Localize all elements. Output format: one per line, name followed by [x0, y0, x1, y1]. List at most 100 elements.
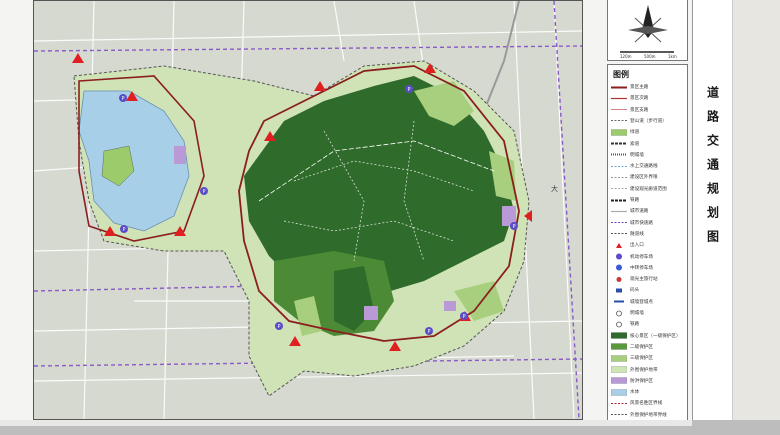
legend-item: 景区支路 [611, 106, 686, 114]
legend-symbol [611, 264, 627, 271]
compass-box: 120m 500m 1km [607, 0, 688, 61]
legend-symbol [611, 230, 627, 237]
legend-item: 景区次路 [611, 94, 686, 102]
legend-label: 防洪保护区 [630, 378, 653, 384]
legend-symbol [611, 276, 627, 283]
legend-item: 中转停车场 [611, 264, 686, 272]
svg-text:P: P [407, 87, 410, 93]
legend-item: 景区主路 [611, 83, 686, 91]
legend-label: 观光主旅行站 [630, 277, 658, 283]
legend-item: 二级保护区 [611, 343, 686, 351]
legend-item: 出入口 [611, 241, 686, 249]
legend-label: 城市快速路 [630, 220, 653, 226]
scale-label-0: 120m [620, 54, 632, 59]
legend-item: 城市道路 [611, 207, 686, 215]
svg-text:P: P [202, 189, 205, 195]
map-svg[interactable]: P P P P P P P P 大 [34, 1, 582, 419]
legend-symbol [611, 208, 627, 215]
legend-item: 明城墙 [611, 309, 686, 317]
legend-label: 建设观光廊道范围 [630, 186, 667, 192]
map-label-da: 大 [551, 184, 558, 193]
legend-symbol [611, 400, 627, 407]
legend-symbol [611, 219, 627, 226]
legend-item: 铁路 [611, 196, 686, 204]
legend-title: 图例 [613, 70, 629, 79]
legend-symbol [611, 388, 627, 396]
legend-label: 水上交通路线 [630, 164, 658, 170]
svg-text:P: P [121, 96, 124, 102]
legend-symbol [611, 95, 627, 102]
legend-item: 防洪保护区 [611, 377, 686, 385]
legend-label: 二级保护区 [630, 344, 653, 350]
legend-label: 外围保护地带界线 [630, 412, 667, 418]
legend-symbol [611, 106, 627, 113]
legend-symbol [611, 174, 627, 181]
legend-label: 明城墙 [630, 152, 644, 158]
legend-symbol [611, 332, 627, 339]
bottom-margin [0, 420, 780, 435]
legend-label: 中转停车场 [630, 265, 653, 271]
legend-label: 城墙登城点 [630, 299, 653, 305]
legend-symbol [611, 253, 627, 260]
legend-item: 索道 [611, 140, 686, 148]
legend-item: 城墙登城点 [611, 298, 686, 306]
legend-label: 出入口 [630, 243, 644, 249]
legend-symbol [611, 298, 627, 305]
legend-symbol [611, 355, 627, 362]
legend-label: 隧道线 [630, 231, 644, 237]
legend-item: 城市快速路 [611, 219, 686, 227]
svg-text:P: P [427, 329, 430, 335]
legend-label: 水体 [630, 390, 640, 396]
legend-symbol [611, 366, 627, 373]
legend-symbol [611, 185, 627, 192]
legend-symbol [611, 163, 627, 170]
legend-label: 景区主路 [630, 85, 649, 90]
legend-item: 水上交通路线 [611, 162, 686, 170]
legend-label: 景区支路 [630, 107, 649, 113]
legend-symbol [611, 411, 627, 418]
svg-text:P: P [122, 227, 125, 233]
legend-item: 隧道线 [611, 230, 686, 238]
legend-label: 风景名胜区界线 [630, 401, 663, 407]
legend-label: 绿道 [630, 130, 640, 136]
legend-symbol [611, 129, 627, 136]
legend-label: 索道 [630, 141, 640, 147]
legend-item: 绿道 [611, 128, 686, 136]
legend-symbol [611, 84, 627, 91]
legend-symbol [611, 242, 627, 249]
legend-item: 登山道（步行道） [611, 117, 686, 125]
legend-item: 外围保护地带 [611, 366, 686, 374]
legend-label: 建设区外界限 [630, 175, 658, 181]
legend-item: 三级保护区 [611, 354, 686, 362]
scale-label-2: 1km [668, 54, 677, 59]
title-bar: 道路交通规划图 [692, 0, 733, 420]
legend-item: 机动停车场 [611, 253, 686, 261]
svg-text:P: P [462, 314, 465, 320]
legend-label: 铁路 [630, 322, 640, 328]
legend-item: 外围保护地带界线 [611, 411, 686, 419]
legend-symbol [611, 310, 627, 317]
map-title: 道路交通规划图 [705, 86, 720, 254]
svg-text:P: P [277, 324, 280, 330]
legend-symbol [611, 377, 627, 384]
legend-item: 建设区外界限 [611, 173, 686, 181]
legend-item: 观光主旅行站 [611, 275, 686, 283]
north-arrow-icon: 120m 500m 1km [620, 5, 677, 59]
right-margin [732, 0, 780, 420]
legend-label: 核心景区（一级保护区） [630, 333, 681, 339]
map-canvas[interactable]: P P P P P P P P 大 [33, 0, 583, 420]
legend-item: 码头 [611, 286, 686, 294]
legend-label: 明城墙 [630, 311, 644, 316]
scale-label-1: 500m [644, 54, 656, 59]
legend-label: 码头 [630, 288, 640, 294]
svg-text:P: P [512, 224, 515, 230]
legend-symbol [611, 287, 627, 294]
legend-item: 明城墙 [611, 151, 686, 159]
legend-item: 核心景区（一级保护区） [611, 332, 686, 340]
legend-symbol [611, 117, 627, 124]
legend-symbol [611, 151, 627, 158]
legend-item: 风景名胜区界线 [611, 399, 686, 407]
legend-label: 外围保护地带 [630, 367, 658, 373]
legend-label: 景区次路 [630, 96, 649, 102]
legend-label: 三级保护区 [630, 356, 653, 362]
